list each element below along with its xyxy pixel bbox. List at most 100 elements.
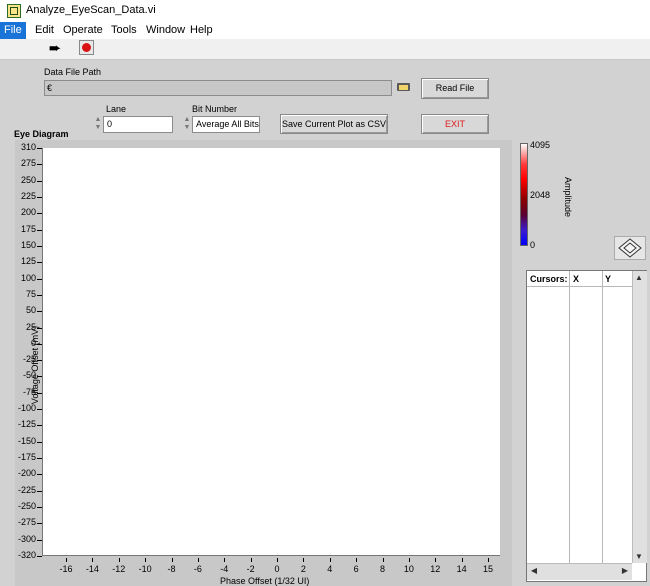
x-tick-label: -12 xyxy=(112,564,126,574)
y-tick-mark xyxy=(37,294,42,296)
cursor-header-x: X xyxy=(573,274,580,284)
x-tick-label: 6 xyxy=(353,564,359,574)
abort-execution-icon[interactable] xyxy=(79,40,94,55)
cursor-horizontal-scrollbar[interactable] xyxy=(527,563,632,580)
y-tick-label: -275 xyxy=(17,517,36,528)
amplitude-label: Amplitude xyxy=(563,176,574,218)
menu-tools[interactable]: Tools xyxy=(107,22,141,39)
menu-operate[interactable]: Operate xyxy=(59,22,107,39)
cursor-legend[interactable] xyxy=(526,270,647,582)
exit-button[interactable]: EXIT xyxy=(421,114,489,134)
x-tick-label: 0 xyxy=(274,564,280,574)
menu-window[interactable]: Window xyxy=(142,22,189,39)
read-file-button[interactable]: Read File xyxy=(421,78,489,99)
scroll-right-icon[interactable]: ▶ xyxy=(620,566,630,575)
y-tick-mark xyxy=(37,278,42,280)
bit-number-select[interactable]: Average All Bits xyxy=(192,116,260,133)
x-tick-label: -6 xyxy=(193,564,202,574)
browse-folder-icon[interactable] xyxy=(394,80,414,94)
save-plot-csv-button[interactable]: Save Current Plot as CSV xyxy=(280,114,388,134)
y-tick-label: 175 xyxy=(20,223,36,234)
toolbar xyxy=(0,39,650,60)
y-tick-label: 25 xyxy=(25,321,36,332)
x-tick-mark xyxy=(171,558,173,562)
scroll-left-icon[interactable]: ◀ xyxy=(529,566,539,575)
x-tick-label: 8 xyxy=(379,564,385,574)
y-tick-label: 250 xyxy=(20,174,36,185)
x-tick-label: -14 xyxy=(85,564,99,574)
y-tick-label: -100 xyxy=(17,403,36,414)
y-tick-label: 310 xyxy=(20,142,36,152)
graph-palette-icon[interactable] xyxy=(614,236,646,260)
y-tick-label: -300 xyxy=(17,533,36,544)
y-tick-mark xyxy=(37,425,42,427)
y-tick-mark xyxy=(37,474,42,476)
y-tick-label: 275 xyxy=(20,158,36,169)
x-tick-label: 12 xyxy=(430,564,441,574)
y-tick-label: 75 xyxy=(25,288,36,299)
graph-title: Eye Diagram xyxy=(14,129,69,139)
x-tick-label: -10 xyxy=(138,564,152,574)
y-tick-mark xyxy=(37,148,42,149)
y-tick-label: -175 xyxy=(17,452,36,463)
cursor-header-divider xyxy=(527,286,632,287)
x-tick-label: -8 xyxy=(167,564,176,574)
y-tick-mark xyxy=(37,409,42,411)
x-tick-label: 10 xyxy=(403,564,414,574)
x-tick-mark xyxy=(277,558,278,562)
y-tick-mark xyxy=(37,245,42,247)
y-tick-label: -150 xyxy=(17,435,36,446)
y-tick-mark xyxy=(37,180,42,182)
scroll-up-icon[interactable]: ▲ xyxy=(633,273,645,282)
menu-file[interactable]: File xyxy=(0,22,26,39)
y-tick-mark xyxy=(37,164,42,166)
x-tick-mark xyxy=(356,558,358,562)
y-tick-mark xyxy=(37,458,42,460)
y-tick-label: -25 xyxy=(22,354,36,365)
x-tick-mark xyxy=(435,558,437,562)
y-tick-mark xyxy=(37,523,42,525)
x-axis-label: Phase Offset (1/32 UI) xyxy=(220,576,310,586)
y-tick-mark xyxy=(37,343,42,345)
x-tick-mark xyxy=(197,558,199,562)
y-tick-label: -125 xyxy=(17,419,36,430)
data-file-path-input[interactable] xyxy=(44,80,392,96)
x-tick-mark xyxy=(303,558,305,562)
amplitude-colorbar xyxy=(520,143,528,246)
menu-help[interactable]: Help xyxy=(186,22,217,39)
x-tick-mark xyxy=(66,558,67,562)
y-tick-mark xyxy=(37,262,42,264)
x-tick-mark xyxy=(382,558,384,562)
scroll-down-icon[interactable]: ▼ xyxy=(633,552,645,561)
y-tick-mark xyxy=(37,360,42,362)
y-tick-label: 150 xyxy=(20,239,36,250)
cursor-vertical-scrollbar[interactable] xyxy=(632,271,647,563)
y-tick-mark xyxy=(37,311,42,313)
eye-diagram-plot-area[interactable] xyxy=(42,148,500,556)
run-arrow-icon[interactable]: ➨ xyxy=(44,40,66,57)
y-tick-label: 100 xyxy=(20,272,36,283)
x-tick-mark xyxy=(461,558,463,562)
lane-stepper[interactable]: ▲ ▼ xyxy=(94,116,102,133)
cursor-header-y: Y xyxy=(605,274,612,284)
y-tick-mark xyxy=(37,556,42,557)
labview-app-icon xyxy=(7,4,21,18)
y-tick-label: 200 xyxy=(20,207,36,218)
y-tick-mark xyxy=(37,196,42,198)
y-tick-mark xyxy=(37,441,42,443)
cursor-column-divider xyxy=(569,271,570,563)
x-tick-mark xyxy=(118,558,120,562)
y-tick-label: -50 xyxy=(22,370,36,381)
lane-input[interactable]: 0 xyxy=(103,116,173,133)
x-tick-label: -16 xyxy=(59,564,73,574)
y-tick-mark xyxy=(37,507,42,509)
x-tick-mark xyxy=(250,558,252,562)
x-tick-mark xyxy=(408,558,410,562)
y-tick-mark xyxy=(37,376,42,378)
bit-number-stepper[interactable]: ▲ ▼ xyxy=(183,116,191,133)
y-tick-label: -225 xyxy=(17,484,36,495)
menu-edit[interactable]: Edit xyxy=(31,22,58,39)
y-tick-mark xyxy=(37,539,42,541)
path-prefix: € xyxy=(47,83,53,93)
colorbar-tick-min: 0 xyxy=(530,240,536,250)
